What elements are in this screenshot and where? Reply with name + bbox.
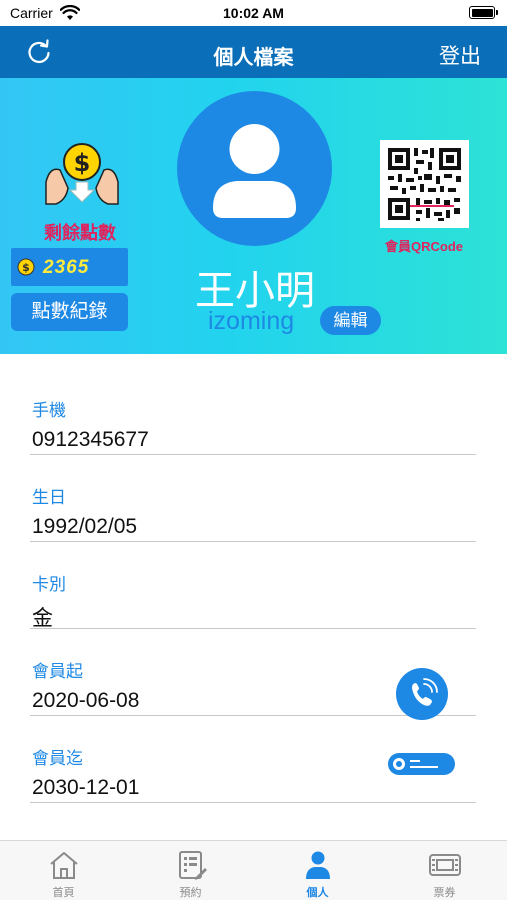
chat-icon [393,758,438,770]
coin-icon: $ [17,258,35,276]
points-balance: $ 2365 [11,248,128,286]
points-record-button[interactable]: 點數紀錄 [11,293,128,331]
qrcode-label: 會員QRCode [384,239,463,254]
svg-text:$: $ [22,261,30,274]
ticket-icon [429,854,461,876]
chat-button[interactable] [388,753,455,775]
call-button[interactable] [396,668,448,720]
points-label: 剩餘點數 [44,223,116,243]
home-icon [50,852,78,879]
tab-profile[interactable]: 個人 [254,841,381,900]
person-icon [306,851,330,879]
svg-text:$: $ [74,149,91,177]
points-coin-icon: $ [45,143,119,205]
tab-bar: 首頁 預約 個人 票券 [0,840,507,900]
field-value-phone: 0912345677 [32,428,149,451]
field-value-member-end: 2030-12-01 [32,776,140,799]
tab-ticket[interactable]: 票券 [381,841,507,900]
status-bar: Carrier 10:02 AM [0,0,507,26]
logout-button[interactable]: 登出 [439,40,481,70]
points-value: 2365 [43,257,90,278]
field-label-phone: 手機 [32,401,66,420]
qrcode-icon [388,148,461,221]
field-value-member-start: 2020-06-08 [32,689,140,712]
divider [30,628,476,629]
field-label-birthday: 生日 [32,488,66,507]
profile-header: $ 剩餘點數 $ 2365 點數紀錄 王小明 izoming 編輯 會員QRCo… [0,78,507,354]
tab-label-ticket: 票券 [433,887,456,899]
field-value-birthday: 1992/02/05 [32,515,138,538]
nav-bar: 個人檔案 登出 [0,26,507,78]
member-qrcode[interactable] [380,140,469,228]
field-label-member-start: 會員起 [32,662,83,681]
battery-icon [469,6,498,19]
booking-icon [179,851,207,880]
clock: 10:02 AM [223,5,284,21]
profile-screen: Carrier 10:02 AM 個人檔案 登出 $ 剩餘點數 $ 2365 點… [0,0,507,900]
tab-label-booking: 預約 [179,887,202,899]
page-title: 個人檔案 [213,47,294,69]
divider [30,454,476,455]
field-label-card-type: 卡別 [32,575,66,594]
tab-label-home: 首頁 [52,887,75,899]
edit-profile-button[interactable]: 編輯 [320,306,381,335]
tab-booking[interactable]: 預約 [127,841,254,900]
phone-icon [412,678,438,706]
user-account-id: izoming [208,307,295,335]
person-avatar-icon [213,124,296,218]
tab-home[interactable]: 首頁 [0,841,127,900]
avatar[interactable] [177,91,332,246]
divider [30,802,476,803]
divider [30,541,476,542]
field-label-member-end: 會員迄 [32,749,83,768]
tab-label-profile: 個人 [306,887,329,899]
